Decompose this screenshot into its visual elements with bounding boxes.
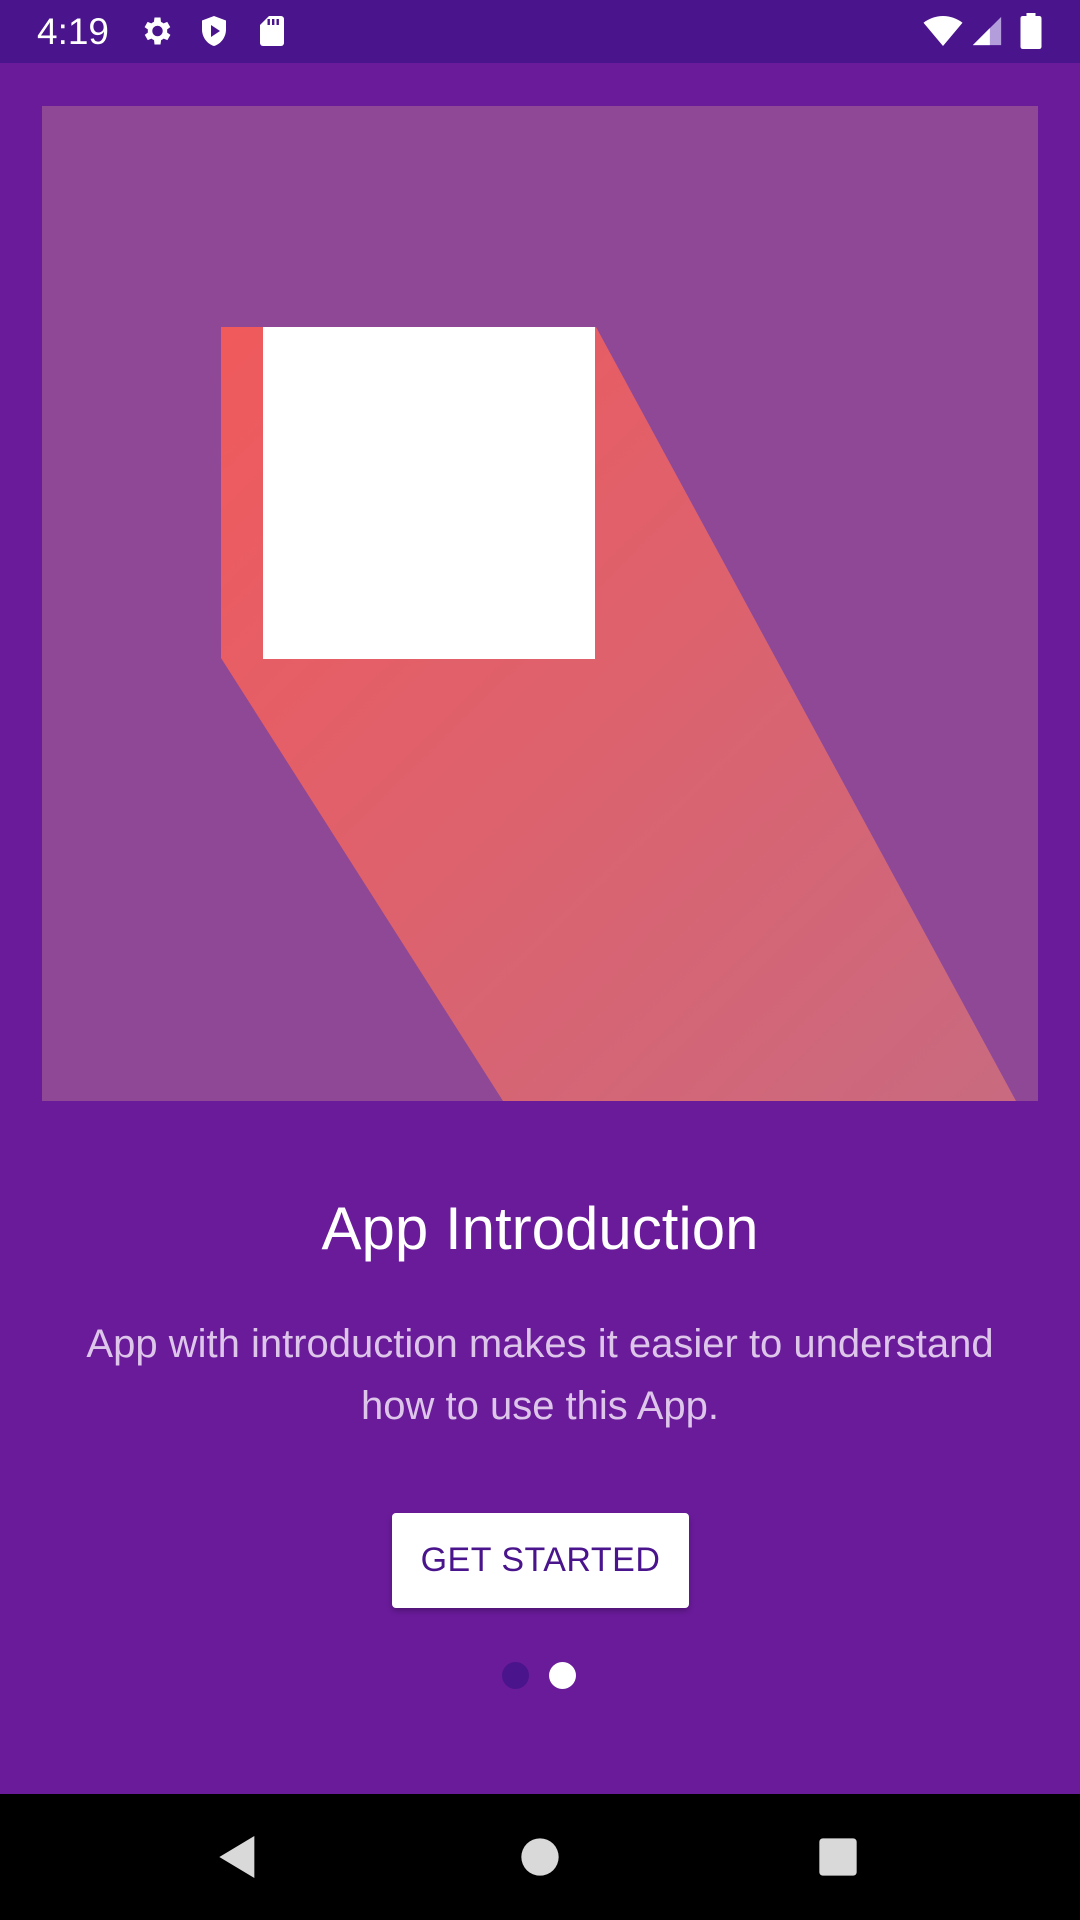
battery-icon: [1018, 13, 1044, 49]
back-icon[interactable]: [210, 1829, 266, 1885]
page-dot-1[interactable]: [502, 1662, 529, 1689]
get-started-button[interactable]: GET STARTED: [392, 1513, 689, 1608]
signal-icon: [970, 13, 1004, 49]
page-dot-2-active[interactable]: [549, 1662, 576, 1689]
status-time: 4:19: [37, 11, 110, 52]
wifi-icon: [922, 13, 964, 49]
onboarding-screen: App Introduction App with introduction m…: [0, 63, 1080, 1794]
sd-card-icon: [254, 13, 290, 49]
page-indicator: [502, 1662, 582, 1692]
home-icon[interactable]: [512, 1829, 568, 1885]
intro-title: App Introduction: [321, 1195, 759, 1262]
navigation-bar: [0, 1794, 1080, 1920]
status-bar: 4:19: [0, 0, 1080, 63]
intro-description: App with introduction makes it easier to…: [86, 1322, 994, 1428]
hero-illustration: [42, 106, 1038, 1101]
white-square: [263, 327, 595, 659]
gear-icon: [138, 13, 174, 49]
recents-icon[interactable]: [810, 1829, 866, 1885]
shield-play-icon: [196, 13, 232, 49]
